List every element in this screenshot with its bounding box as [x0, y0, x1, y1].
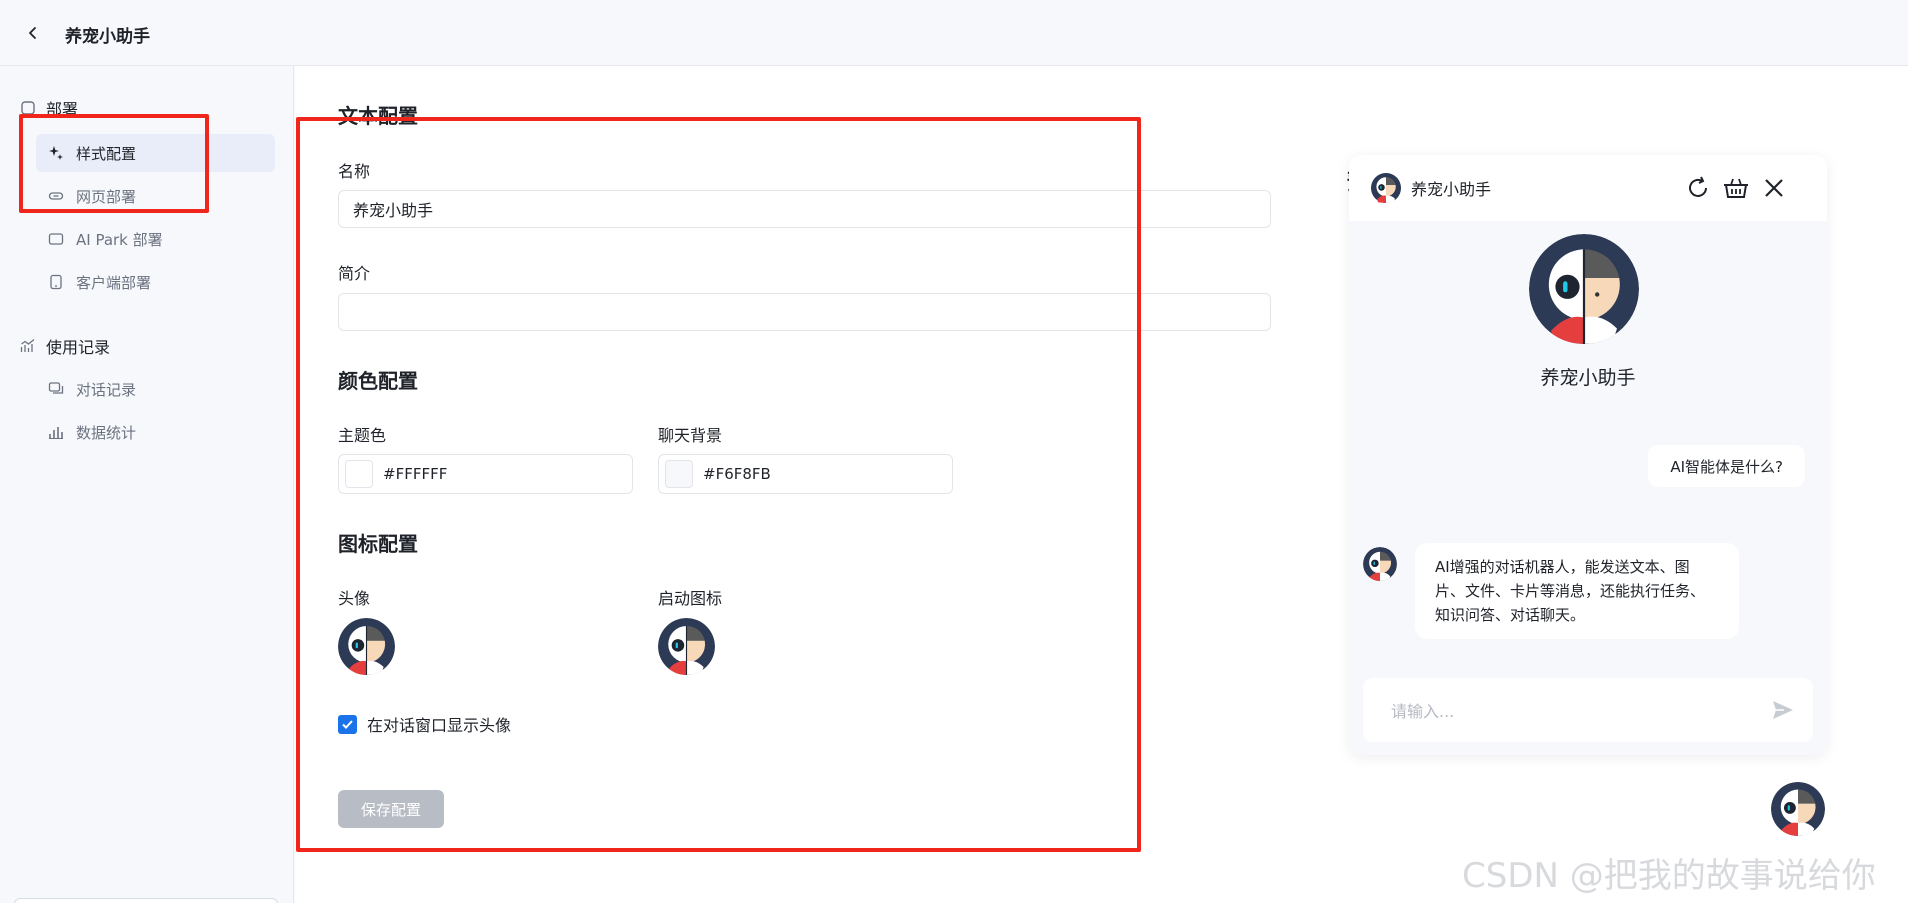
chat-bg-value: #F6F8FB	[703, 465, 771, 483]
launch-icon-label: 启动图标	[658, 589, 723, 608]
sidebar-item-ai-park-deploy[interactable]: AI Park 部署	[36, 220, 275, 258]
show-avatar-checkbox-row[interactable]: 在对话窗口显示头像	[338, 712, 511, 736]
sidebar-item-client-deploy[interactable]: 客户端部署	[36, 263, 275, 301]
chat-bg-swatch[interactable]	[665, 460, 693, 488]
back-icon[interactable]	[20, 20, 46, 46]
theme-color-value: #FFFFFF	[383, 465, 448, 483]
avatar-upload[interactable]	[338, 618, 395, 675]
preview-user-message: AI智能体是什么?	[1648, 445, 1805, 487]
sidebar-item-label: 样式配置	[76, 144, 137, 163]
sidebar-group-usage[interactable]: 使用记录	[20, 334, 110, 358]
sidebar-item-chat-history[interactable]: 对话记录	[36, 370, 275, 408]
theme-color-input[interactable]: #FFFFFF	[338, 454, 633, 494]
window-icon	[48, 231, 64, 247]
close-icon[interactable]	[1761, 175, 1787, 201]
preview-chat-input[interactable]: 请输入...	[1363, 678, 1813, 742]
launch-icon-upload[interactable]	[658, 618, 715, 675]
app-title: 养宠小助手	[65, 27, 150, 47]
preview-launcher-icon[interactable]	[1771, 782, 1825, 836]
preview-bot-name: 养宠小助手	[1540, 367, 1636, 389]
chat-bg-input[interactable]: #F6F8FB	[658, 454, 953, 494]
robot-avatar-icon	[1771, 782, 1825, 836]
deploy-icon	[20, 100, 36, 116]
robot-avatar-icon	[338, 618, 395, 675]
preview-bot-avatar	[1529, 234, 1639, 344]
preview-chat-window: 养宠小助手 养宠小助手 AI智能体是什么? AI增强的对话机器人，能发送文本、图…	[1349, 155, 1827, 755]
text-config-title: 文本配置	[338, 104, 418, 128]
intro-input[interactable]	[338, 293, 1271, 331]
name-input[interactable]: 养宠小助手	[338, 190, 1271, 228]
sidebar-item-label: 网页部署	[76, 187, 137, 206]
sidebar-group-usage-label: 使用记录	[46, 338, 111, 357]
send-icon[interactable]	[1771, 698, 1795, 726]
sidebar-group-deploy-label: 部署	[46, 100, 79, 119]
sidebar-item-web-deploy[interactable]: 网页部署	[36, 177, 275, 215]
chat-history-icon	[48, 381, 64, 397]
refresh-icon[interactable]	[1685, 175, 1711, 201]
preview-input-placeholder: 请输入...	[1391, 702, 1455, 721]
top-bar: 养宠小助手	[0, 0, 1908, 66]
checkmark-icon	[342, 719, 353, 729]
sidebar-item-statistics[interactable]: 数据统计	[36, 413, 275, 451]
edit-button[interactable]: 编辑	[14, 898, 278, 903]
icon-config-title: 图标配置	[338, 532, 418, 556]
show-avatar-checkbox[interactable]	[338, 714, 357, 734]
save-config-button[interactable]: 保存配置	[338, 790, 444, 828]
chat-bg-label: 聊天背景	[658, 426, 723, 445]
basket-icon[interactable]	[1723, 175, 1749, 201]
preview-message-avatar	[1363, 547, 1397, 581]
robot-avatar-icon	[1363, 547, 1397, 581]
sidebar-group-deploy[interactable]: 部署	[20, 96, 78, 120]
show-avatar-label: 在对话窗口显示头像	[367, 716, 512, 735]
avatar-label: 头像	[338, 589, 371, 608]
sidebar-item-label: 数据统计	[76, 423, 137, 442]
robot-avatar-icon	[1529, 234, 1639, 344]
name-label: 名称	[338, 162, 371, 181]
sidebar-item-label: AI Park 部署	[76, 230, 163, 249]
bar-chart-icon	[48, 424, 64, 440]
watermark: CSDN @把我的故事说给你	[1462, 856, 1876, 896]
trend-icon	[20, 338, 36, 354]
preview-header: 养宠小助手	[1349, 155, 1827, 221]
robot-avatar-icon	[1371, 173, 1401, 203]
link-icon	[48, 188, 64, 204]
theme-color-swatch[interactable]	[345, 460, 373, 488]
sidebar-item-label: 对话记录	[76, 380, 137, 399]
preview-header-name: 养宠小助手	[1411, 180, 1492, 199]
robot-avatar-icon	[658, 618, 715, 675]
sidebar-item-style-config[interactable]: 样式配置	[36, 134, 275, 172]
sparkle-icon	[48, 145, 64, 161]
sidebar-item-label: 客户端部署	[76, 273, 152, 292]
tablet-icon	[48, 274, 64, 290]
preview-bot-message: AI增强的对话机器人，能发送文本、图片、文件、卡片等消息，还能执行任务、知识问答…	[1415, 543, 1739, 639]
color-config-title: 颜色配置	[338, 369, 418, 393]
sidebar: 部署 样式配置 网页部署 AI Park 部署 客户端部署 使用记录 对话记录 …	[0, 66, 294, 903]
intro-label: 简介	[338, 264, 371, 283]
theme-color-label: 主题色	[338, 426, 387, 445]
